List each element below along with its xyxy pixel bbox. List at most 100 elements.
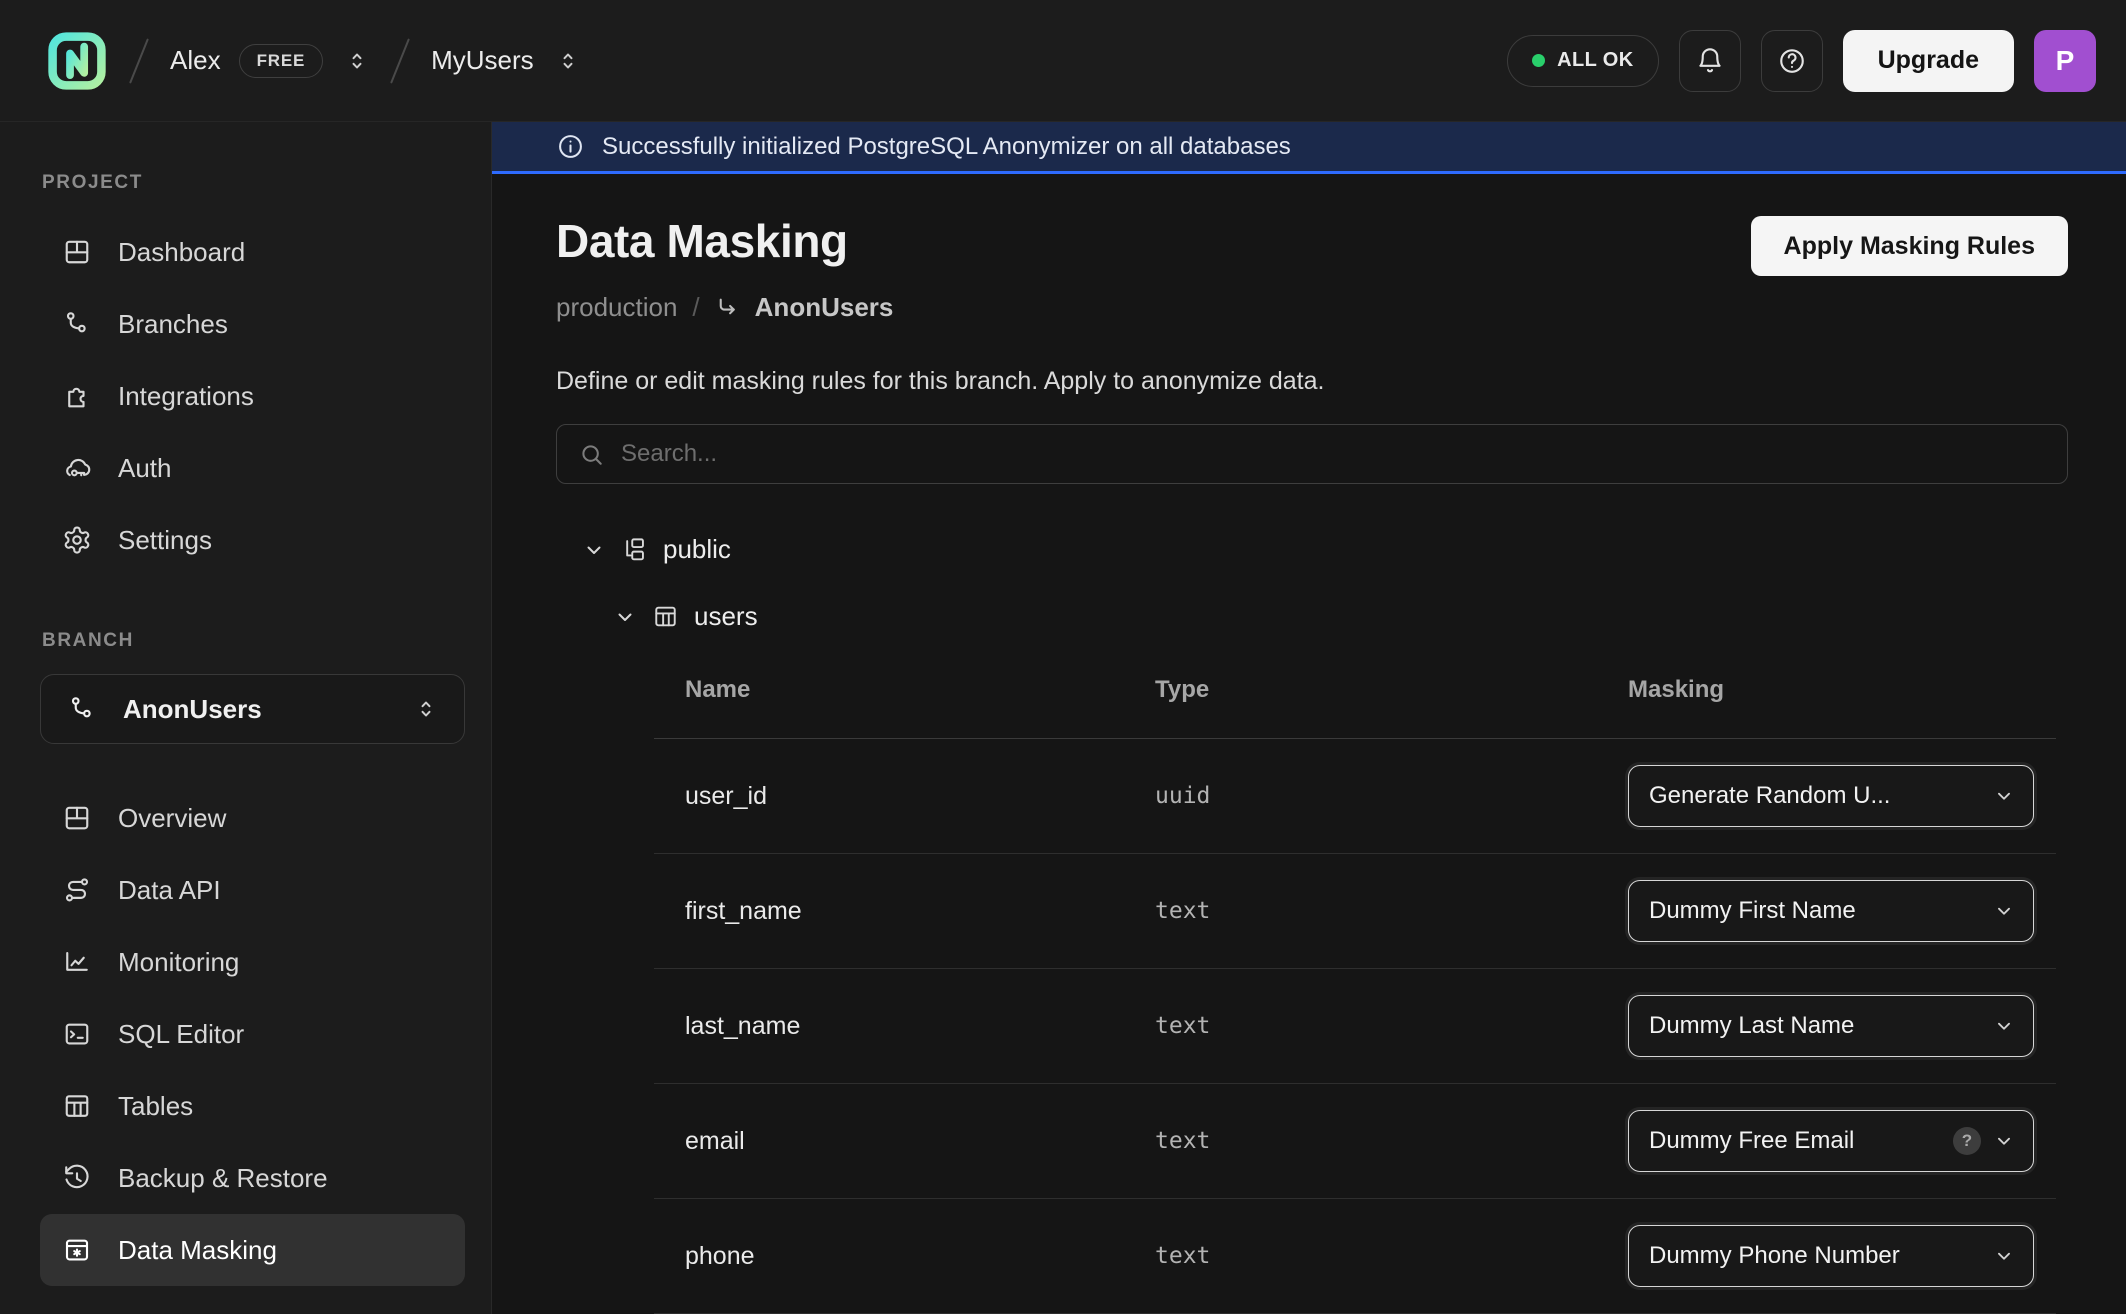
column-type-cell: text [1155, 1013, 1628, 1039]
masking-rule-select[interactable]: Dummy Free Email ? [1628, 1110, 2034, 1172]
status-dot-icon [1532, 54, 1545, 67]
masking-table: Name Type Masking user_id uuid [654, 654, 2056, 1314]
monitoring-icon [62, 947, 92, 977]
schema-tree: public users Name Type Masking [556, 534, 2068, 1314]
tables-icon [62, 1091, 92, 1121]
masking-rule-select[interactable]: Generate Random U... ? [1628, 765, 2034, 827]
dashboard-icon [62, 237, 92, 267]
integrations-icon [62, 381, 92, 411]
masking-rule-select[interactable]: Dummy Phone Number ? [1628, 1225, 2034, 1287]
chevron-down-icon [1993, 900, 2015, 922]
sidebar: PROJECT Dashboard Branches Integrations [0, 122, 492, 1314]
status-label: ALL OK [1557, 49, 1633, 72]
top-bar: Alex FREE MyUsers ALL OK Upgrade P [0, 0, 2126, 122]
table-row: first_name text Dummy First Name ? [654, 854, 2056, 969]
masking-rule-value: Dummy First Name [1649, 897, 1981, 925]
sidebar-item[interactable]: Data API [40, 854, 465, 926]
column-type-cell: uuid [1155, 783, 1628, 809]
data-masking-icon [62, 1235, 92, 1265]
schema-icon [621, 536, 648, 563]
breadcrumb-parent[interactable]: production [556, 292, 677, 323]
chevrons-updown-icon [414, 697, 438, 721]
search-input[interactable] [621, 440, 2046, 468]
project-switcher[interactable]: MyUsers [431, 45, 580, 76]
search-icon [578, 441, 605, 468]
tree-table-row[interactable]: users [613, 601, 2068, 632]
table-icon [652, 603, 679, 630]
sidebar-item[interactable]: Dashboard [40, 216, 465, 288]
corner-down-right-icon [715, 295, 740, 320]
sidebar-item[interactable]: Backup & Restore [40, 1142, 465, 1214]
project-name: MyUsers [431, 45, 534, 76]
sidebar-item-label: Data Masking [118, 1235, 277, 1266]
chevron-down-icon [1993, 1015, 2015, 1037]
masking-rule-value: Dummy Free Email [1649, 1127, 1941, 1155]
header-name: Name [685, 676, 1155, 704]
breadcrumb-slash [129, 38, 149, 83]
header-masking: Masking [1628, 676, 2056, 704]
masking-rule-select[interactable]: Dummy First Name ? [1628, 880, 2034, 942]
table-row: last_name text Dummy Last Name ? [654, 969, 2056, 1084]
chevron-down-icon[interactable] [582, 538, 606, 562]
masking-rule-select[interactable]: Dummy Last Name ? [1628, 995, 2034, 1057]
success-banner: Successfully initialized PostgreSQL Anon… [492, 122, 2126, 174]
schema-name: public [663, 534, 731, 565]
masking-rule-value: Generate Random U... [1649, 782, 1981, 810]
sidebar-item-label: Overview [118, 803, 226, 834]
sidebar-item-label: Dashboard [118, 237, 245, 268]
branch-section-label: BRANCH [42, 630, 465, 652]
branches-icon [67, 694, 97, 724]
apply-masking-rules-button[interactable]: Apply Masking Rules [1751, 216, 2068, 276]
breadcrumb-slash [390, 38, 410, 83]
table-name: users [694, 601, 758, 632]
notifications-button[interactable] [1679, 30, 1741, 92]
sidebar-item[interactable]: Auth [40, 432, 465, 504]
help-badge[interactable]: ? [1953, 1127, 1981, 1155]
help-icon [1777, 46, 1807, 76]
org-switcher[interactable]: Alex FREE [170, 44, 369, 78]
sidebar-item[interactable]: Overview [40, 782, 465, 854]
chevron-down-icon [1993, 1130, 2015, 1152]
sidebar-item[interactable]: Integrations [40, 360, 465, 432]
neon-logo-icon [46, 30, 108, 92]
table-row: phone text Dummy Phone Number ? [654, 1199, 2056, 1314]
sidebar-item[interactable]: Data Masking [40, 1214, 465, 1286]
sidebar-item[interactable]: SQL Editor [40, 998, 465, 1070]
user-avatar[interactable]: P [2034, 30, 2096, 92]
banner-message: Successfully initialized PostgreSQL Anon… [602, 133, 1291, 161]
sidebar-item[interactable]: Settings [40, 504, 465, 576]
column-name-cell: last_name [685, 1012, 1155, 1041]
page-title: Data Masking [556, 214, 848, 268]
table-row: user_id uuid Generate Random U... ? [654, 739, 2056, 854]
settings-icon [62, 525, 92, 555]
branch-selector[interactable]: AnonUsers [40, 674, 465, 744]
sidebar-item[interactable]: Monitoring [40, 926, 465, 998]
status-badge[interactable]: ALL OK [1507, 35, 1658, 87]
sidebar-item[interactable]: Branches [40, 288, 465, 360]
table-header-row: Name Type Masking [654, 654, 2056, 739]
chevron-down-icon [1993, 785, 2015, 807]
sidebar-item-label: Auth [118, 453, 172, 484]
sidebar-project-nav: Dashboard Branches Integrations Auth [40, 216, 465, 576]
data-api-icon [62, 875, 92, 905]
sidebar-item-label: Monitoring [118, 947, 239, 978]
sidebar-item-label: SQL Editor [118, 1019, 244, 1050]
header-type: Type [1155, 676, 1628, 704]
neon-logo[interactable] [46, 30, 108, 92]
chevron-down-icon[interactable] [613, 605, 637, 629]
column-type-cell: text [1155, 1243, 1628, 1269]
search-bar [556, 424, 2068, 484]
sidebar-item-label: Integrations [118, 381, 254, 412]
chevrons-updown-icon [345, 49, 369, 73]
upgrade-button[interactable]: Upgrade [1843, 30, 2014, 92]
breadcrumb: production / AnonUsers [556, 292, 2068, 323]
sidebar-item[interactable]: Tables [40, 1070, 465, 1142]
table-body: user_id uuid Generate Random U... ? [654, 739, 2056, 1314]
masking-rule-value: Dummy Last Name [1649, 1012, 1981, 1040]
help-button[interactable] [1761, 30, 1823, 92]
backup-restore-icon [62, 1163, 92, 1193]
sidebar-item-label: Settings [118, 525, 212, 556]
bell-icon [1695, 46, 1725, 76]
top-bar-actions: ALL OK Upgrade P [1507, 30, 2096, 92]
tree-schema-row[interactable]: public [582, 534, 2068, 565]
